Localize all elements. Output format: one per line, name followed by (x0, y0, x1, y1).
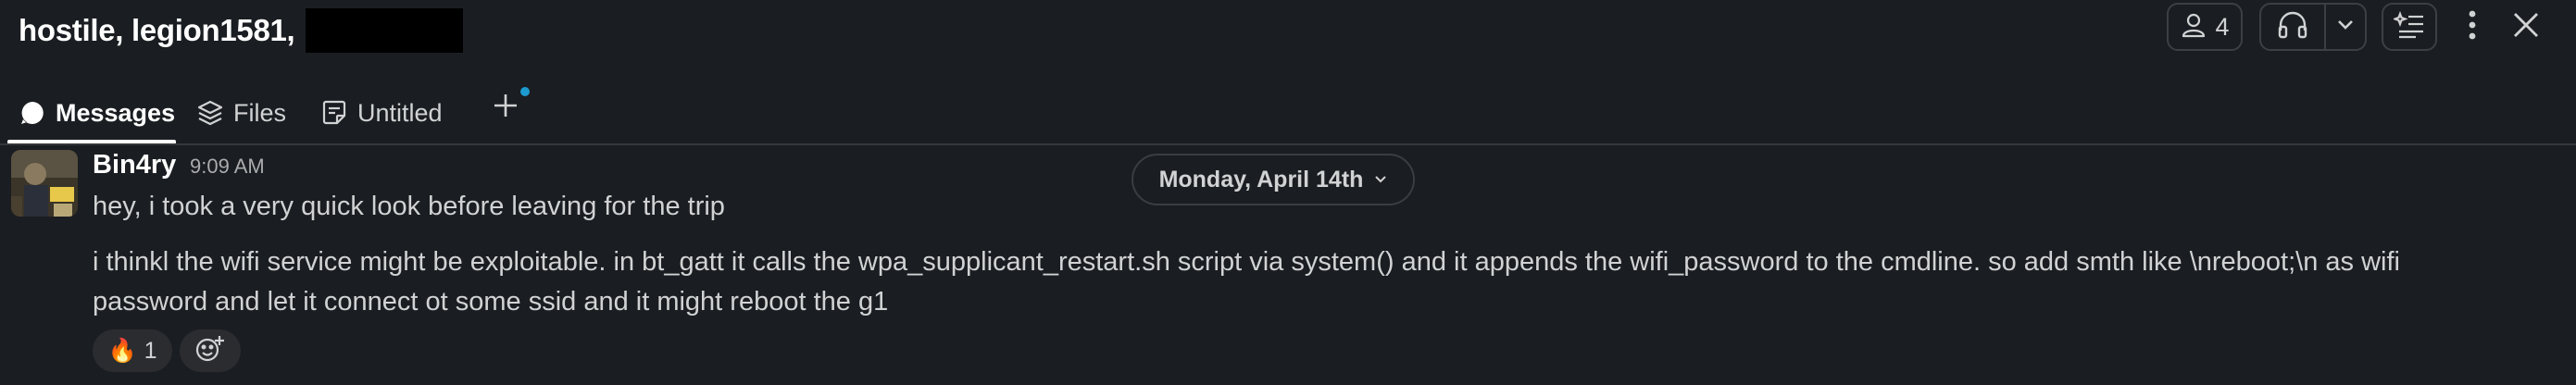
kebab-menu-icon (2468, 9, 2477, 45)
channel-tabs: Messages Files Untitled (0, 83, 2576, 144)
reaction-fire[interactable]: 🔥 1 (93, 329, 172, 372)
avatar[interactable] (11, 150, 78, 217)
huddle-button-group (2259, 3, 2367, 51)
canvas-doc-icon (320, 99, 348, 127)
new-indicator-dot (520, 87, 530, 96)
reaction-count: 1 (144, 337, 157, 364)
tab-messages-label: Messages (56, 98, 176, 127)
members-button[interactable]: 4 (2167, 3, 2243, 51)
message-bubble-icon (19, 99, 46, 127)
huddle-options-button[interactable] (2326, 5, 2365, 49)
channel-header: hostile, legion1581, 4 (0, 0, 2576, 61)
channel-view: hostile, legion1581, 4 Messages Files Un… (0, 0, 2576, 385)
person-icon (2180, 11, 2207, 43)
channel-title-text: hostile, legion1581, (19, 13, 295, 47)
layers-icon (196, 99, 224, 127)
tab-messages[interactable]: Messages (19, 83, 175, 143)
message-timestamp[interactable]: 9:09 AM (190, 151, 265, 182)
add-emoji-icon (194, 334, 226, 368)
channel-title[interactable]: hostile, legion1581, (19, 7, 464, 54)
huddle-button[interactable] (2261, 5, 2326, 49)
members-count: 4 (2215, 12, 2230, 41)
headphones-icon (2277, 10, 2308, 44)
date-divider-label: Monday, April 14th (1158, 166, 1364, 192)
add-reaction-button[interactable] (180, 329, 241, 372)
chevron-down-icon (1374, 175, 1387, 184)
close-icon (2512, 11, 2540, 43)
tabs-divider (0, 143, 2576, 145)
tab-files[interactable]: Files (196, 83, 286, 143)
tab-files-label: Files (233, 98, 287, 127)
message-sender[interactable]: Bin4ry (93, 148, 176, 181)
message-text: password and let it connect ot some ssid… (93, 287, 889, 317)
canvas-sparkle-icon (2392, 10, 2425, 43)
date-divider-button[interactable]: Monday, April 14th (1132, 154, 1415, 205)
message-text: i thinkl the wifi service might be explo… (93, 247, 2400, 277)
canvas-button[interactable] (2382, 3, 2437, 51)
tab-untitled-label: Untitled (357, 98, 443, 127)
more-options-button[interactable] (2456, 7, 2489, 46)
plus-icon (493, 93, 519, 123)
fire-emoji-icon: 🔥 (107, 337, 137, 364)
tab-untitled[interactable]: Untitled (320, 83, 443, 143)
redacted-block (306, 8, 464, 53)
add-tab-button[interactable] (487, 89, 524, 126)
message-text: hey, i took a very quick look before lea… (93, 192, 725, 221)
chevron-down-icon (2336, 19, 2355, 36)
close-button[interactable] (2506, 7, 2546, 46)
